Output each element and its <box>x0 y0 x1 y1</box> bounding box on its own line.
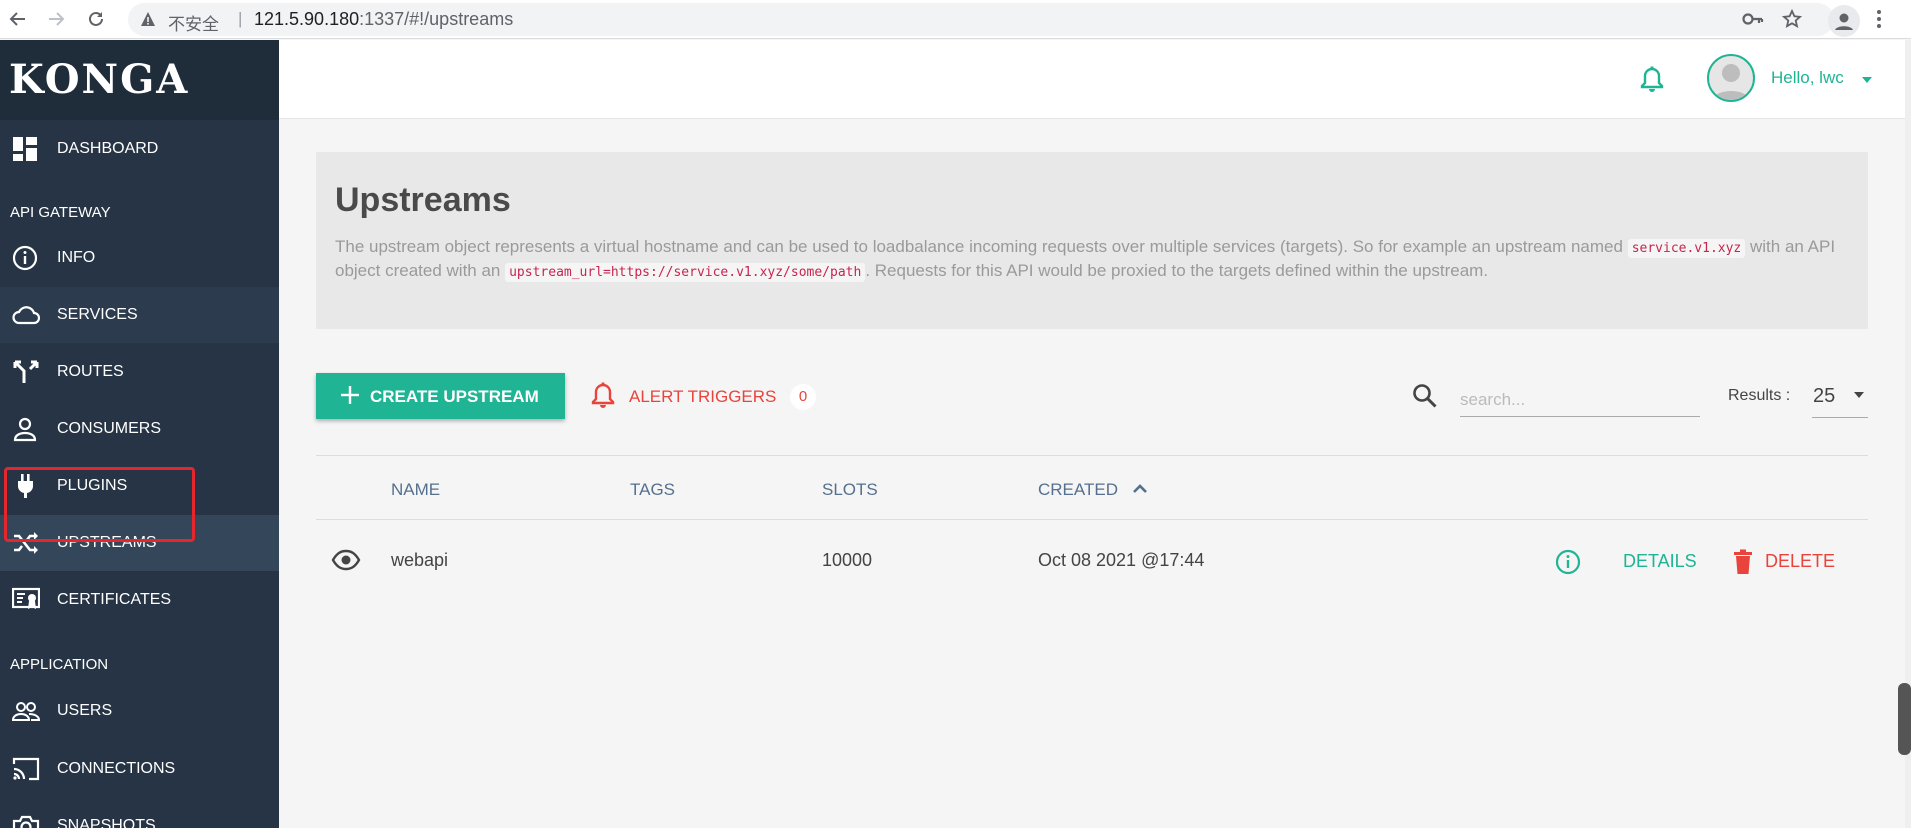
alert-bell-icon <box>591 382 615 408</box>
sidebar-item-users[interactable]: USERS <box>0 683 279 739</box>
column-header-slots[interactable]: SLOTS <box>822 480 878 500</box>
dashboard-icon <box>13 137 37 161</box>
upstreams-info-panel: Upstreams The upstream object represents… <box>316 152 1868 329</box>
desc-text: The upstream object represents a virtual… <box>335 237 1628 256</box>
page-description: The upstream object represents a virtual… <box>335 236 1855 284</box>
avatar[interactable] <box>1707 54 1755 102</box>
desc-code: service.v1.xyz <box>1627 239 1746 258</box>
camera-icon <box>12 815 40 828</box>
sidebar-item-services[interactable]: SERVICES <box>0 287 279 343</box>
results-per-page-select[interactable]: 25 <box>1812 380 1868 418</box>
certificate-icon <box>12 587 40 609</box>
caret-down-icon <box>1854 392 1864 398</box>
person-icon <box>13 417 37 442</box>
info-circle-icon <box>1555 549 1581 575</box>
browser-profile-button[interactable] <box>1828 5 1860 37</box>
account-circle-icon <box>1835 13 1853 30</box>
sidebar-item-label: SERVICES <box>57 306 138 323</box>
cloud-icon <box>12 306 40 325</box>
alert-triggers-label: ALERT TRIGGERS <box>629 387 777 406</box>
results-label: Results : <box>1728 387 1791 404</box>
desc-code: upstream_url=https://service.v1.xyz/some… <box>505 263 866 282</box>
star-icon[interactable] <box>1782 9 1802 29</box>
sidebar-item-label: USERS <box>57 702 113 719</box>
sidebar-item-dashboard[interactable]: DASHBOARD <box>0 121 279 177</box>
scrollbar-thumb[interactable] <box>1898 683 1911 755</box>
browser-menu-button[interactable] <box>1876 9 1882 34</box>
column-header-name[interactable]: NAME <box>391 480 440 500</box>
sidebar-item-label: SNAPSHOTS <box>57 817 156 828</box>
desc-text: . Requests for this API would be proxied… <box>865 261 1489 280</box>
insecure-label[interactable]: 不安全 <box>168 10 219 35</box>
table-divider <box>316 455 1868 456</box>
section-header-api-gateway: API GATEWAY <box>10 204 111 221</box>
konga-logo[interactable]: KONGA <box>0 40 279 120</box>
plus-icon <box>341 386 359 404</box>
sidebar-item-label: INFO <box>57 249 96 266</box>
browser-chrome: 不安全 | 121.5.90.180:1337/#!/upstreams <box>0 0 1911 39</box>
logo-text: KONGA <box>9 56 190 103</box>
url-separator: | <box>238 9 243 28</box>
details-label: DETAILS <box>1623 551 1697 571</box>
sidebar-item-consumers[interactable]: CONSUMERS <box>0 401 279 457</box>
users-icon <box>12 702 40 721</box>
route-fork-icon <box>13 360 39 383</box>
user-greeting[interactable]: Hello, lwc <box>1771 68 1844 88</box>
results-value: 25 <box>1813 385 1836 407</box>
table-header-divider <box>316 519 1868 520</box>
sort-ascending-icon[interactable] <box>1132 481 1148 495</box>
top-header: Hello, lwc <box>279 40 1905 119</box>
notifications-bell-icon[interactable] <box>1639 66 1665 94</box>
url-text[interactable]: 121.5.90.180:1337/#!/upstreams <box>254 9 513 30</box>
sidebar-item-certificates[interactable]: CERTIFICATES <box>0 572 279 628</box>
sidebar-item-label: CONSUMERS <box>57 420 162 437</box>
trash-icon <box>1734 549 1752 574</box>
create-upstream-label: CREATE UPSTREAM <box>370 387 539 406</box>
reload-icon <box>89 11 103 26</box>
reload-button[interactable] <box>82 5 110 33</box>
sidebar-item-label: DASHBOARD <box>57 140 159 157</box>
upstream-slots: 10000 <box>822 550 873 570</box>
info-icon <box>12 245 38 271</box>
search-icon <box>1413 384 1437 408</box>
sidebar: KONGA DASHBOARD API GATEWAY INFO SERVICE… <box>0 40 279 828</box>
sidebar-item-info[interactable]: INFO <box>0 230 279 286</box>
sidebar-item-snapshots[interactable]: SNAPSHOTS <box>0 798 279 828</box>
search-input[interactable] <box>1460 383 1700 417</box>
back-button[interactable] <box>4 5 32 33</box>
url-host: 121.5.90.180 <box>254 9 360 29</box>
sidebar-item-routes[interactable]: ROUTES <box>0 344 279 400</box>
address-bar[interactable]: 不安全 | 121.5.90.180:1337/#!/upstreams <box>128 3 1834 36</box>
sidebar-item-label: ROUTES <box>57 363 124 380</box>
column-header-tags[interactable]: TAGS <box>630 480 675 500</box>
eye-icon[interactable] <box>331 546 361 574</box>
upstream-name[interactable]: webapi <box>391 550 448 571</box>
alert-count-badge: 0 <box>790 384 816 410</box>
arrow-right-icon <box>49 12 65 26</box>
sidebar-item-label: CONNECTIONS <box>57 760 176 777</box>
key-icon[interactable] <box>1742 11 1764 27</box>
forward-button[interactable] <box>42 5 70 33</box>
section-header-application: APPLICATION <box>10 656 109 673</box>
sidebar-item-connections[interactable]: CONNECTIONS <box>0 741 279 797</box>
create-upstream-button[interactable]: CREATE UPSTREAM <box>316 373 565 419</box>
caret-down-icon[interactable] <box>1862 77 1872 83</box>
url-path: :1337/#!/upstreams <box>359 9 514 29</box>
upstream-created: Oct 08 2021 @17:44 <box>1038 550 1205 570</box>
arrow-left-icon <box>9 12 25 26</box>
column-header-created[interactable]: CREATED <box>1038 480 1118 500</box>
more-vert-icon <box>1877 10 1881 28</box>
delete-label: DELETE <box>1765 551 1836 571</box>
sidebar-item-label: CERTIFICATES <box>57 591 172 608</box>
warning-icon[interactable] <box>140 11 156 27</box>
cast-icon <box>12 757 40 781</box>
upstreams-highlight-annotation <box>4 467 195 542</box>
page-title: Upstreams <box>335 181 511 219</box>
avatar-silhouette-icon <box>1713 64 1749 100</box>
